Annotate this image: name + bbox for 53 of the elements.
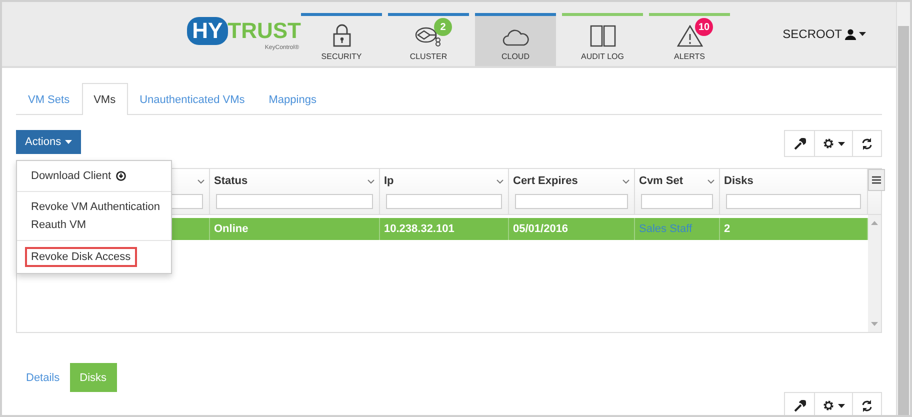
chevron-icon[interactable]	[496, 178, 504, 184]
scrollbar[interactable]	[898, 26, 909, 415]
wrench-icon	[794, 138, 806, 150]
menu-item[interactable]: Download Client	[17, 167, 171, 185]
filter-field[interactable]	[515, 194, 628, 209]
chevron-icon[interactable]	[707, 178, 715, 184]
nav-item[interactable]: AUDIT LOG	[562, 13, 643, 66]
nav-item[interactable]: CLOUD	[475, 13, 556, 66]
count-badge: 2	[434, 18, 452, 36]
count-badge: 10	[695, 18, 713, 36]
lock-icon	[332, 23, 350, 47]
wrench-icon	[794, 400, 806, 412]
gear-icon	[822, 137, 835, 150]
user-menu[interactable]: SECROOT	[776, 26, 872, 42]
chevron-icon[interactable]	[367, 178, 375, 184]
menu-item[interactable]: Revoke VM Authentication	[17, 198, 171, 216]
column-header: Status	[214, 175, 248, 187]
filter-field[interactable]	[641, 194, 713, 209]
column-header: Cvm Set	[639, 175, 684, 187]
refresh-icon	[861, 138, 873, 150]
download-icon	[116, 171, 126, 181]
column-header: Ip	[384, 175, 394, 187]
caret-icon	[65, 140, 72, 144]
menu-item[interactable]: Revoke Disk Access	[25, 247, 137, 267]
refresh-icon	[861, 400, 873, 412]
nav-item[interactable]: CLUSTER 2	[388, 13, 469, 66]
user-icon	[845, 28, 856, 40]
table-cell: Online	[210, 218, 380, 240]
caret-icon	[838, 404, 845, 408]
filter-field[interactable]	[216, 194, 373, 209]
logo-text: TRUST	[228, 18, 301, 44]
caret-icon	[859, 32, 866, 36]
actions-button[interactable]: Actions	[16, 130, 82, 154]
caret-icon	[838, 142, 845, 146]
gear-icon	[822, 399, 835, 412]
book-icon	[590, 25, 616, 47]
column-header: Disks	[724, 175, 754, 187]
filter-field[interactable]	[386, 194, 502, 209]
nav-item[interactable]: SECURITY	[301, 13, 382, 66]
tab[interactable]: VMs	[82, 83, 128, 115]
cloud-icon	[502, 29, 530, 47]
table-cell: 10.238.32.101	[380, 218, 509, 240]
filter-field[interactable]	[726, 194, 861, 209]
nav-item[interactable]: ALERTS 10	[649, 13, 730, 66]
network-icon	[414, 25, 444, 47]
logo-text: HY	[187, 17, 228, 45]
chevron-icon[interactable]	[622, 178, 630, 184]
table-cell: 05/01/2016	[509, 218, 635, 240]
menu-icon	[872, 176, 881, 184]
menu-item[interactable]: Reauth VM	[17, 216, 171, 234]
chevron-icon[interactable]	[197, 178, 205, 184]
menu-button[interactable]	[868, 169, 885, 191]
column-header: Cert Expires	[513, 175, 578, 187]
